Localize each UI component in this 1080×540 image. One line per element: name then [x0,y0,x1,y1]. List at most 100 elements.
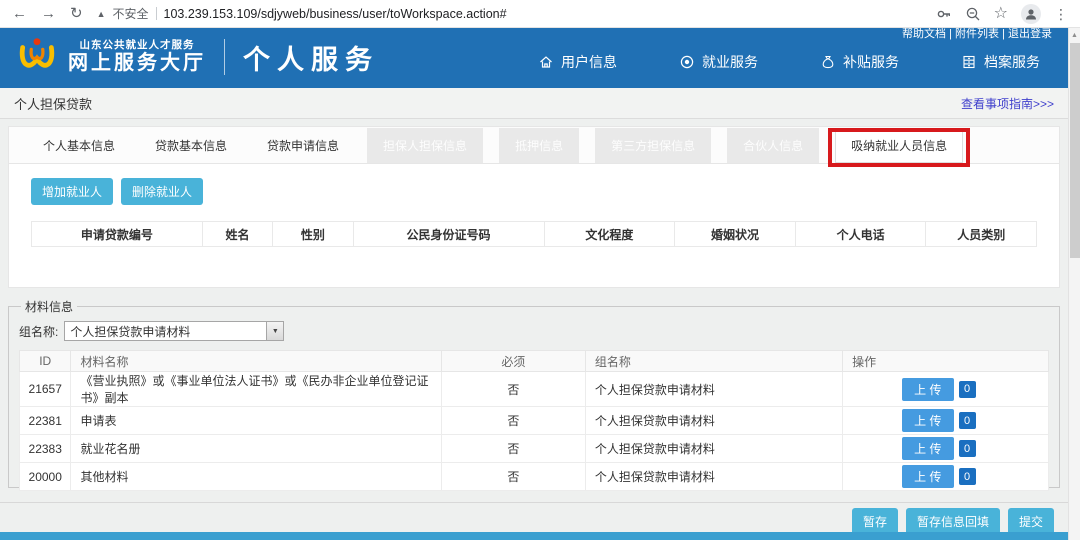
col-gender: 性别 [273,222,353,247]
nav-item-archives[interactable]: 档案服务 [961,52,1040,72]
guide-link[interactable]: 查看事项指南>>> [961,95,1054,112]
upload-button[interactable]: 上 传 [902,378,953,401]
brand-divider [224,39,225,75]
chevron-down-icon: ▼ [266,322,283,340]
col-loan-number: 申请贷款编号 [32,222,203,247]
forward-button[interactable]: → [41,6,56,21]
employees-empty-row [32,247,1037,265]
material-id: 21657 [20,372,71,407]
material-group: 个人担保贷款申请材料 [585,435,842,463]
zoom-out-icon[interactable] [965,6,981,22]
not-secure-warning-icon: ▲ [97,9,106,19]
col-name: 姓名 [202,222,272,247]
col-group-name: 组名称 [585,351,842,372]
scrollbar-thumb[interactable] [1070,43,1080,258]
col-id: ID [20,351,71,372]
col-operation: 操作 [843,351,1049,372]
employees-table: 申请贷款编号 姓名 性别 公民身份证号码 文化程度 婚姻状况 个人电话 人员类别 [31,221,1037,265]
materials-section: 材料信息 组名称: 个人担保贷款申请材料 ▼ ID 材料名称 必须 组名称 操作… [8,298,1060,488]
material-name: 就业花名册 [71,435,441,463]
address-bar[interactable]: ▲ 不安全 103.239.153.109/sdjyweb/business/u… [97,5,922,22]
tab-loan-basic-info[interactable]: 贷款基本信息 [143,127,239,164]
group-name-select[interactable]: 个人担保贷款申请材料 ▼ [64,321,284,341]
site-logo-icon [16,36,58,78]
upload-button[interactable]: 上 传 [902,465,953,488]
loan-form-card: 个人基本信息 贷款基本信息 贷款申请信息 担保人担保信息 抵押信息 第三方担保信… [8,126,1060,288]
col-required: 必须 [441,351,585,372]
tab-bar: 个人基本信息 贷款基本信息 贷款申请信息 担保人担保信息 抵押信息 第三方担保信… [9,127,1059,164]
bookmark-star-icon[interactable]: ☆ [994,6,1008,22]
key-icon[interactable] [936,6,952,22]
upload-count-badge: 0 [959,381,976,398]
group-name-label: 组名称: [19,323,58,340]
address-separator [156,7,157,20]
group-name-row: 组名称: 个人担保贷款申请材料 ▼ [19,321,1049,341]
scroll-up-arrow-icon[interactable]: ▲ [1069,28,1080,42]
col-marital-status: 婚姻状况 [675,222,796,247]
material-row: 22383 就业花名册 否 个人担保贷款申请材料 上 传0 [20,435,1049,463]
material-row: 20000 其他材料 否 个人担保贷款申请材料 上 传 0 [20,463,1049,491]
submit-button[interactable]: 提交 [1008,508,1054,535]
nav-item-employment[interactable]: 就业服务 [679,52,758,72]
footer-divider [0,502,1068,503]
nav-item-subsidy[interactable]: 补贴服务 [820,52,899,72]
footer-strip [0,532,1080,540]
nav-item-user-info[interactable]: 用户信息 [538,52,617,72]
brand-text: 山东公共就业人才服务 网上服务大厅 [68,39,206,74]
vertical-scrollbar[interactable]: ▲ [1068,28,1080,540]
upload-count-badge: 0 [959,440,976,457]
material-group: 个人担保贷款申请材料 [585,463,842,491]
material-required: 否 [441,372,585,407]
tab-mortgage-info: 抵押信息 [499,128,579,163]
delete-employee-button[interactable]: 删除就业人 [121,178,203,205]
col-phone: 个人电话 [795,222,926,247]
material-row: 22381 申请表 否 个人担保贷款申请材料 上 传 0 [20,407,1049,435]
materials-legend: 材料信息 [21,298,77,315]
material-group: 个人担保贷款申请材料 [585,372,842,407]
upload-count-badge: 0 [959,468,976,485]
col-id-number: 公民身份证号码 [353,222,544,247]
col-education: 文化程度 [544,222,675,247]
material-name: 申请表 [71,407,441,435]
employee-actions: 增加就业人 删除就业人 [9,164,1059,205]
page-title-bar: 个人担保贷款 查看事项指南>>> [0,88,1068,119]
browser-chrome: ← → ↻ ▲ 不安全 103.239.153.109/sdjyweb/busi… [0,0,1080,28]
material-id: 22381 [20,407,71,435]
not-secure-label: 不安全 [113,5,149,22]
material-required: 否 [441,463,585,491]
add-employee-button[interactable]: 增加就业人 [31,178,113,205]
home-icon [538,54,554,70]
subsidy-pouch-icon [820,54,836,70]
page-title: 个人担保贷款 [14,94,92,113]
brand-line2: 网上服务大厅 [68,52,206,75]
tab-third-party-guarantee-info: 第三方担保信息 [595,128,711,163]
archive-cabinet-icon [961,54,977,70]
portal-title: 个人服务 [243,38,379,77]
col-person-type: 人员类别 [926,222,1037,247]
material-group: 个人担保贷款申请材料 [585,407,842,435]
url-text: 103.239.153.109/sdjyweb/business/user/to… [164,7,507,21]
browser-menu-icon[interactable]: ⋮ [1054,7,1068,21]
temp-save-button[interactable]: 暂存 [852,508,898,535]
tab-absorbed-employees-info[interactable]: 吸纳就业人员信息 [835,129,963,163]
material-name: 其他材料 [71,463,441,491]
reload-button[interactable]: ↻ [70,6,83,21]
material-row: 21657 《营业执照》或《事业单位法人证书》或《民办非企业单位登记证书》副本 … [20,372,1049,407]
col-material-name: 材料名称 [71,351,441,372]
profile-avatar[interactable] [1021,4,1041,24]
tab-loan-application-info[interactable]: 贷款申请信息 [255,127,351,164]
upload-button[interactable]: 上 传 [902,437,953,460]
back-button[interactable]: ← [12,6,27,21]
tab-personal-basic-info[interactable]: 个人基本信息 [31,127,127,164]
employees-header-row: 申请贷款编号 姓名 性别 公民身份证号码 文化程度 婚姻状况 个人电话 人员类别 [32,222,1037,247]
site-brand: 山东公共就业人才服务 网上服务大厅 个人服务 [16,36,379,78]
material-id: 20000 [20,463,71,491]
material-name: 《营业执照》或《事业单位法人证书》或《民办非企业单位登记证书》副本 [71,372,441,407]
site-header: 帮助文档 | 附件列表 | 退出登录 山东公共就业人才服务 网上服务大厅 个人服… [0,28,1080,88]
upload-button[interactable]: 上 传 [902,409,953,432]
backfill-saved-info-button[interactable]: 暂存信息回填 [906,508,1000,535]
brand-line1: 山东公共就业人才服务 [68,39,206,51]
materials-header-row: ID 材料名称 必须 组名称 操作 [20,351,1049,372]
material-required: 否 [441,407,585,435]
upload-count-badge: 0 [959,412,976,429]
